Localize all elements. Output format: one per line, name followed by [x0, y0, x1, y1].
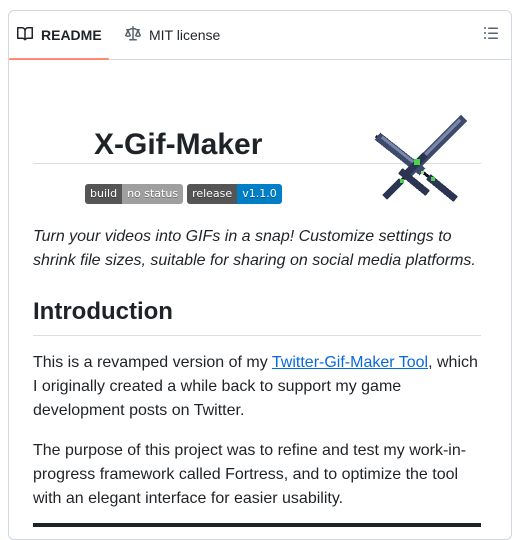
section-divider — [33, 523, 481, 527]
readme-title: X-Gif-Maker — [94, 128, 263, 161]
intro-paragraph-2: The purpose of this project was to refin… — [33, 442, 467, 507]
intro-heading: Introduction — [33, 298, 173, 325]
tab-readme[interactable]: README — [9, 11, 109, 60]
list-icon — [483, 25, 499, 46]
outline-button[interactable] — [481, 25, 501, 45]
readme-panel: README MIT license X-Gif-Maker build no … — [8, 10, 512, 540]
scale-icon — [125, 25, 141, 45]
intro-paragraph-1: This is a revamped version of my Twitter… — [33, 351, 481, 423]
tab-bar: README MIT license — [9, 11, 511, 60]
p1-text-before: This is a revamped version of my — [33, 354, 272, 371]
build-badge-value: no status — [122, 184, 184, 204]
build-badge[interactable]: build no status — [85, 184, 184, 204]
book-icon — [17, 26, 34, 45]
intro-heading-underline: Introduction — [33, 295, 481, 336]
release-badge[interactable]: release v1.1.0 — [187, 184, 282, 204]
badge-row: build no status release v1.1.0 — [85, 184, 282, 204]
twitter-gif-maker-link[interactable]: Twitter-Gif-Maker Tool — [272, 354, 428, 371]
build-badge-label: build — [85, 184, 123, 204]
tab-license[interactable]: MIT license — [125, 11, 220, 59]
release-badge-value: v1.1.0 — [237, 184, 282, 204]
release-badge-label: release — [187, 184, 238, 204]
tab-readme-label: README — [41, 27, 102, 43]
tagline: Turn your videos into GIFs in a snap! Cu… — [33, 228, 476, 269]
crossed-swords-logo — [369, 113, 469, 210]
tab-license-label: MIT license — [149, 27, 221, 43]
